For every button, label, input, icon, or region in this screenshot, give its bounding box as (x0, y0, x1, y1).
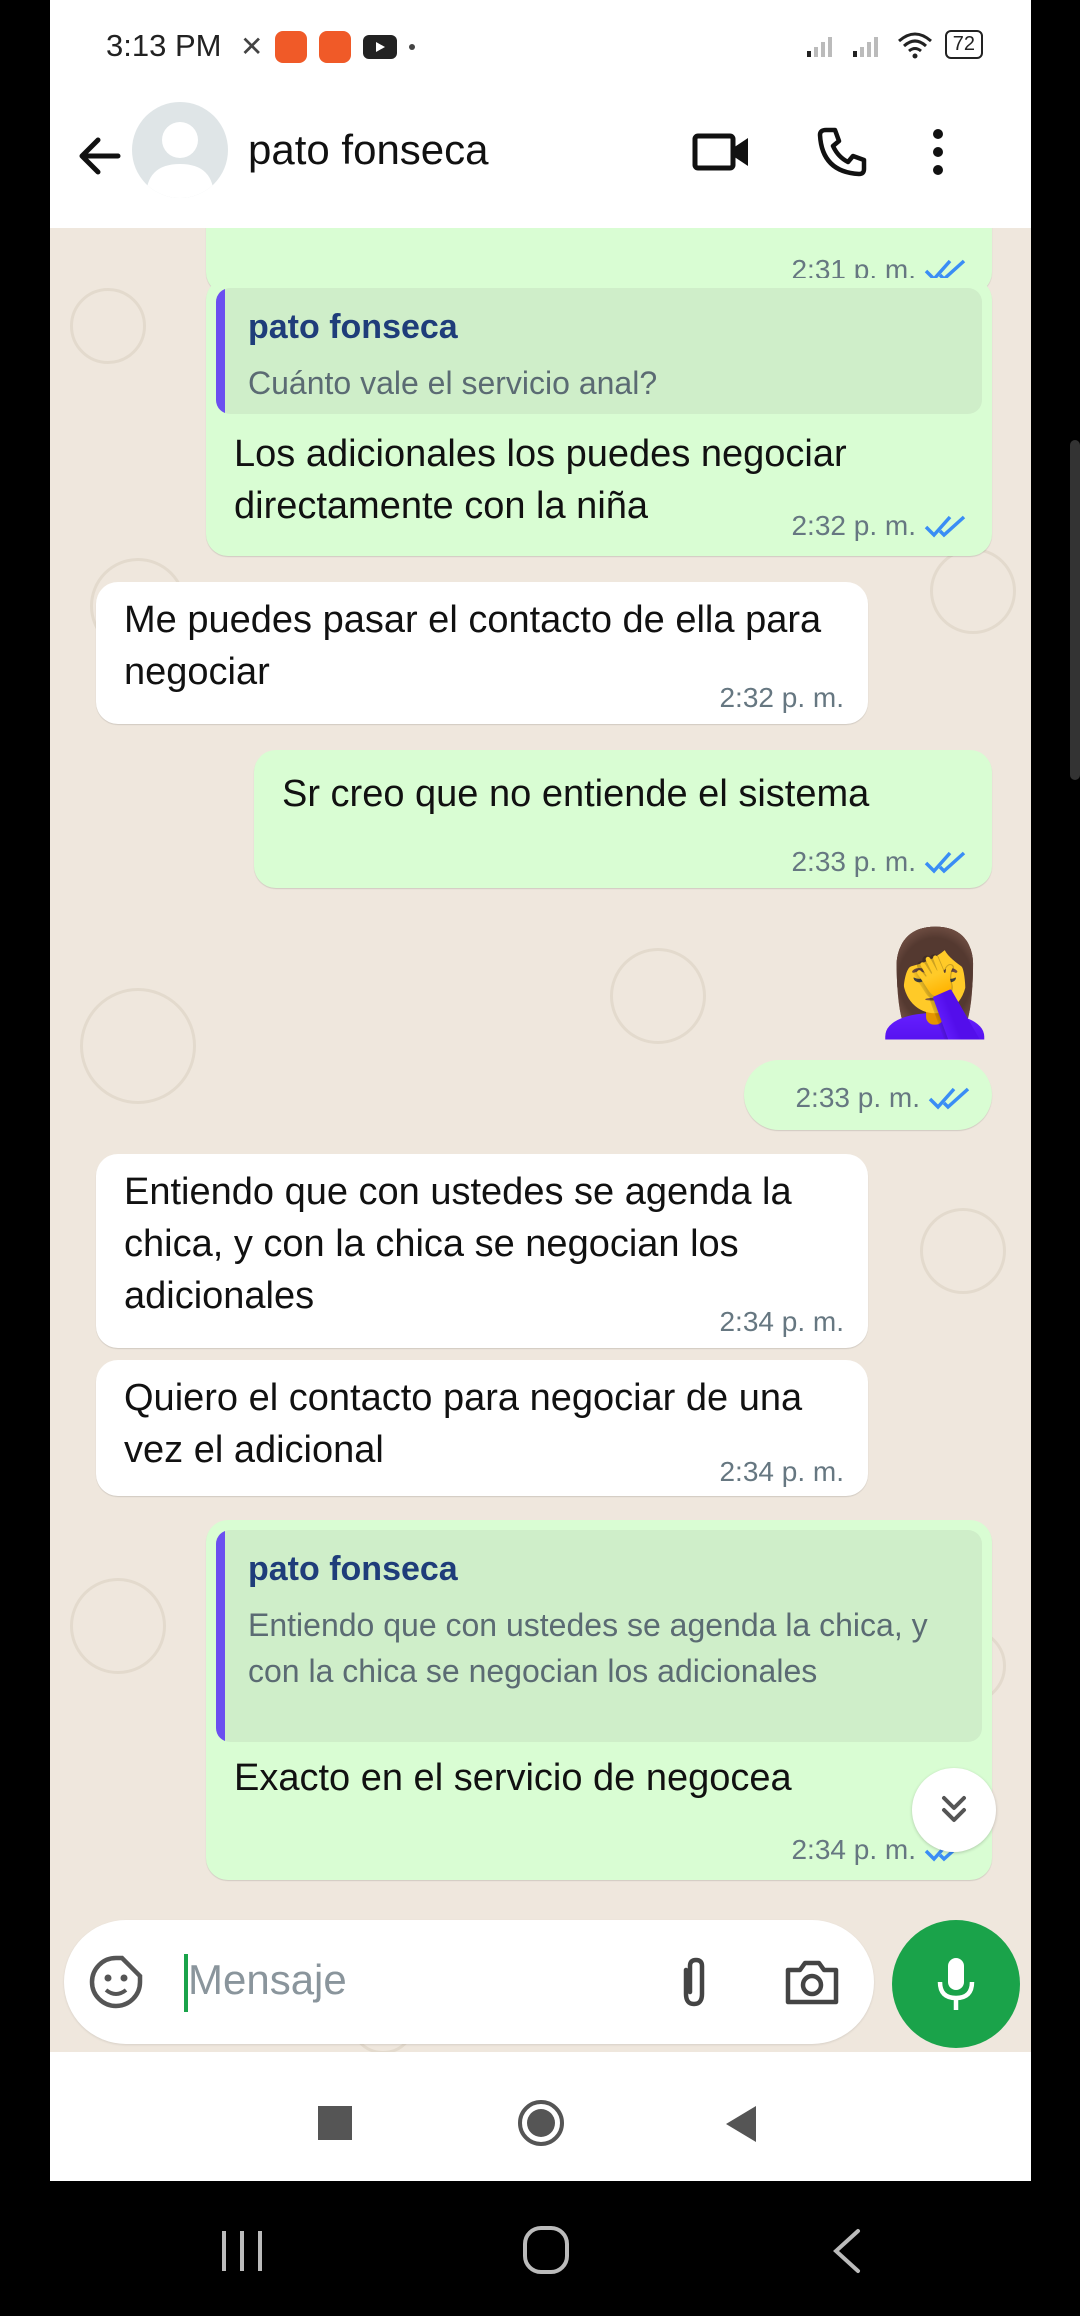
status-bar: 3:13 PM ✕ 72 (50, 0, 1031, 92)
recents-button[interactable] (318, 2106, 352, 2140)
mute-icon: ✕ (240, 31, 264, 62)
battery-level: 72 (944, 30, 983, 59)
quote-text: Cuánto vale el servicio anal? (248, 365, 658, 401)
message-meta: 2:34 p. m. (719, 1306, 844, 1338)
phone-screen: 3:13 PM ✕ 72 pato fonseca 2:31 p. m. pat… (50, 0, 1031, 2181)
emoji-message[interactable]: 🤦‍♀️ (870, 918, 1000, 1048)
background-doodle (610, 948, 706, 1044)
background-doodle (70, 288, 146, 364)
emoji-time-bubble: 2:33 p. m. (744, 1060, 992, 1130)
signal-icon (852, 36, 878, 57)
chat-header: pato fonseca (50, 92, 1031, 229)
youtube-icon (363, 34, 398, 59)
message-time: 2:32 p. m. (791, 510, 916, 541)
video-call-button[interactable] (690, 120, 754, 184)
scroll-indicator (1070, 440, 1080, 780)
quoted-message[interactable]: pato fonseca Entiendo que con ustedes se… (216, 1530, 982, 1742)
read-receipt-icon (924, 515, 966, 538)
message-meta: 2:34 p. m. (719, 1456, 844, 1488)
incoming-message[interactable]: Quiero el contacto para negociar de una … (96, 1360, 868, 1496)
status-time: 3:13 PM (106, 28, 222, 63)
outgoing-message[interactable]: pato fonseca Entiendo que con ustedes se… (206, 1520, 992, 1880)
message-text: Exacto en el servicio de negocea (234, 1757, 792, 1799)
message-time: 2:34 p. m. (719, 1456, 844, 1487)
outgoing-message[interactable]: Sr creo que no entiende el sistema 2:33 … (254, 750, 992, 888)
incoming-message[interactable]: Entiendo que con ustedes se agenda la ch… (96, 1154, 868, 1348)
camera-icon (785, 1960, 839, 2005)
message-time: 2:33 p. m. (791, 846, 916, 877)
message-meta: 2:32 p. m. (791, 510, 968, 542)
system-back-button[interactable] (830, 2227, 864, 2280)
message-time: 2:34 p. m. (719, 1306, 844, 1337)
more-options-button[interactable] (906, 120, 970, 184)
status-notification-icons: ✕ (240, 30, 416, 63)
message-text: Entiendo que con ustedes se agenda la ch… (124, 1171, 792, 1317)
recents-lines-icon (222, 2231, 262, 2271)
background-doodle (920, 1208, 1006, 1294)
message-input[interactable]: Mensaje (188, 1956, 347, 2004)
avatar[interactable] (132, 102, 228, 198)
app-notification-icon (319, 30, 352, 63)
contact-name[interactable]: pato fonseca (248, 126, 489, 174)
composer: Mensaje (50, 1910, 1031, 2053)
signal-icon (806, 36, 832, 57)
message-meta: 2:33 p. m. (795, 1082, 972, 1114)
read-receipt-icon (924, 851, 966, 874)
sticker-emoji-icon (89, 1955, 143, 2009)
scroll-to-bottom-button[interactable] (912, 1768, 996, 1852)
message-meta: 2:32 p. m. (719, 682, 844, 714)
message-time: 2:34 p. m. (791, 1834, 916, 1865)
facepalm-emoji: 🤦‍♀️ (870, 925, 1000, 1041)
camera-button[interactable] (782, 1952, 842, 2012)
system-recents-button[interactable] (218, 2229, 268, 2278)
message-meta: 2:33 p. m. (791, 846, 968, 878)
chevron-left-icon (833, 2229, 860, 2273)
microphone-icon (937, 1958, 975, 2010)
app-notification-icon (275, 30, 308, 63)
quote-bar (216, 1530, 225, 1742)
quote-bar (216, 288, 225, 414)
status-system-icons: 72 (805, 30, 983, 59)
video-camera-icon (692, 133, 748, 171)
paperclip-icon (683, 1957, 705, 2007)
message-time: 2:32 p. m. (719, 682, 844, 713)
home-rounded-square-icon (523, 2226, 569, 2274)
quoted-message[interactable]: pato fonseca Cuánto vale el servicio ana… (216, 288, 982, 414)
read-receipt-icon (928, 1087, 970, 1110)
triangle-back-icon (726, 2106, 756, 2142)
emoji-button[interactable] (86, 1952, 146, 2012)
system-navigation-bar (0, 2181, 1080, 2316)
quote-text: Entiendo que con ustedes se agenda la ch… (248, 1607, 928, 1689)
message-list[interactable]: lado 2:31 p. m. pato fonseca Cuánto vale… (50, 228, 1031, 2053)
home-dot-icon (527, 2109, 555, 2137)
attach-button[interactable] (664, 1952, 724, 2012)
quote-author: pato fonseca (248, 308, 458, 346)
quote-author: pato fonseca (248, 1550, 458, 1588)
wifi-icon (897, 32, 932, 58)
outgoing-message[interactable]: pato fonseca Cuánto vale el servicio ana… (206, 278, 992, 556)
more-vertical-icon (933, 129, 943, 175)
message-input-container[interactable]: Mensaje (64, 1920, 874, 2044)
default-avatar-icon (146, 122, 214, 198)
back-arrow-icon (79, 137, 121, 175)
system-home-button[interactable] (522, 2225, 570, 2280)
back-nav-button[interactable] (722, 2104, 758, 2149)
incoming-message[interactable]: Me puedes pasar el contacto de ella para… (96, 582, 868, 724)
background-doodle (930, 548, 1016, 634)
back-button[interactable] (68, 124, 132, 188)
app-navigation-bar (50, 2052, 1031, 2181)
message-time: 2:33 p. m. (795, 1082, 920, 1113)
background-doodle (70, 1578, 166, 1674)
phone-icon (817, 127, 867, 177)
background-doodle (80, 988, 196, 1104)
message-text: Sr creo que no entiende el sistema (282, 773, 870, 815)
voice-call-button[interactable] (810, 120, 874, 184)
double-chevron-down-icon (942, 1796, 966, 1822)
voice-message-button[interactable] (892, 1920, 1020, 2048)
home-button[interactable] (518, 2100, 564, 2146)
dot-icon (409, 43, 416, 50)
